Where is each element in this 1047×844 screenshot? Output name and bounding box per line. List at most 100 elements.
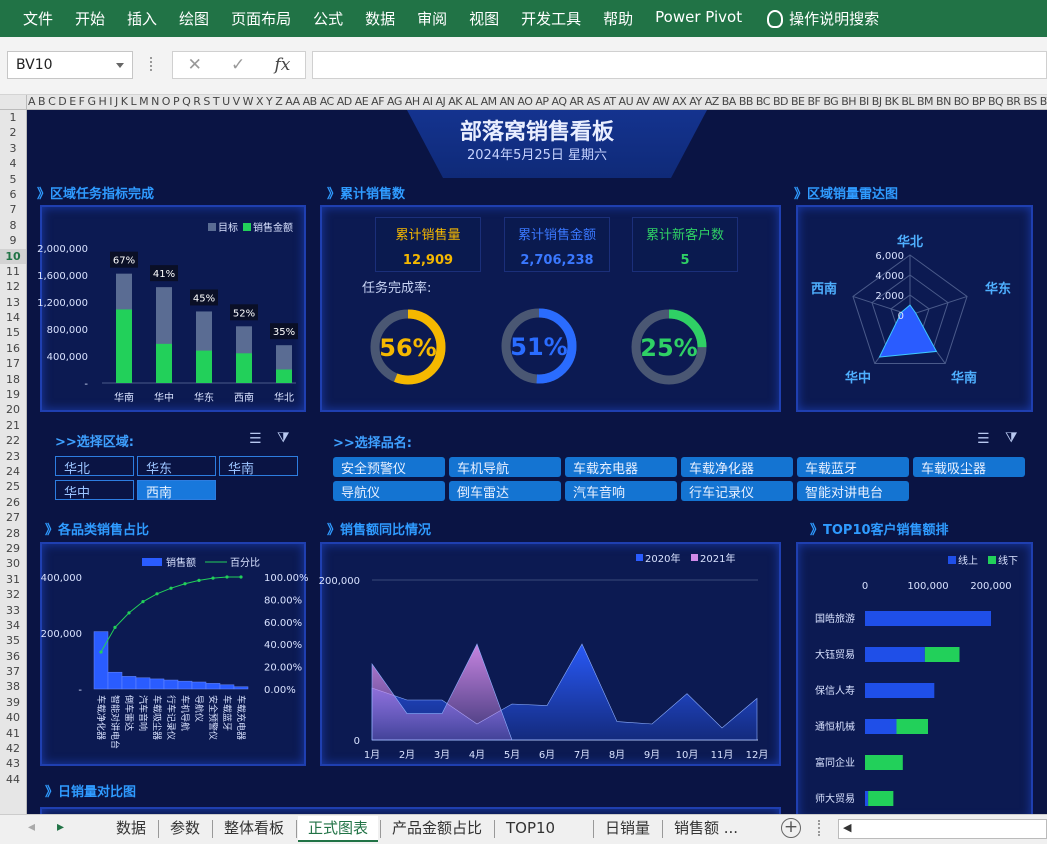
row-header-38: 38 <box>6 680 20 694</box>
product-pill-6[interactable]: 导航仪 <box>333 481 445 501</box>
scroll-right-icon[interactable]: ▸ <box>57 819 64 835</box>
region-chip-1[interactable]: 华东 <box>137 456 216 477</box>
y-tick-label: 1,600,000 <box>37 271 88 282</box>
offline-bar <box>868 791 894 806</box>
row-header-30: 30 <box>6 557 20 571</box>
add-sheet-icon[interactable]: + <box>781 818 801 838</box>
ribbon-tab-2[interactable]: 插入 <box>116 8 168 29</box>
product-pill-0[interactable]: 安全预警仪 <box>333 457 445 477</box>
column-headers[interactable]: A B C D E F G H I J K L M N O P Q R S T … <box>0 95 1047 110</box>
y-tick-label: 0 <box>354 736 360 747</box>
name-box-value: BV10 <box>16 57 53 73</box>
chevron-down-icon[interactable] <box>116 63 124 68</box>
ribbon-tab-5[interactable]: 公式 <box>302 8 354 29</box>
sheet-tab-2[interactable]: 整体看板 <box>214 816 294 842</box>
region-chip-4[interactable]: 西南 <box>137 480 216 501</box>
ribbon-tab-11[interactable]: Power Pivot <box>644 8 753 29</box>
x-tick-label: 100,000 <box>907 581 948 592</box>
x-tick-label: 西南 <box>234 391 254 404</box>
ribbon-tab-10[interactable]: 帮助 <box>592 8 644 29</box>
fx-icon[interactable]: fx <box>275 55 291 75</box>
category-bar <box>205 683 221 690</box>
row-header-37: 37 <box>6 665 20 679</box>
name-box[interactable]: BV10 <box>7 51 133 79</box>
tell-me-search[interactable]: 操作说明搜索 <box>789 8 879 29</box>
y-tick-label: 师大贸易 <box>815 792 855 805</box>
scroll-arrow-left-icon[interactable]: ◀ <box>843 821 851 834</box>
ribbon-tab-6[interactable]: 数据 <box>354 8 406 29</box>
sales-bar <box>116 309 132 383</box>
region-chip-2[interactable]: 华南 <box>219 456 298 477</box>
ribbon-tab-4[interactable]: 页面布局 <box>220 8 302 29</box>
multi-select-icon-2[interactable]: ☰ <box>977 431 990 447</box>
y2-tick-label: 80.00% <box>264 595 302 606</box>
sheet-tab-5[interactable]: TOP10 <box>496 816 565 842</box>
category-bar <box>121 676 137 690</box>
product-pill-5[interactable]: 车载吸尘器 <box>913 457 1025 477</box>
sheet-tab-1[interactable]: 参数 <box>160 816 210 842</box>
offline-bar <box>896 719 928 734</box>
scroll-left-icon[interactable]: ◂ <box>28 819 35 835</box>
multi-select-icon[interactable]: ☰ <box>249 431 262 447</box>
ribbon: 文件 开始 插入 绘图 页面布局 公式 数据 审阅 视图 开发工具 帮助 Power Pivot 操作… <box>0 0 1047 37</box>
sheet-tab-6[interactable]: 日销量 <box>595 816 660 842</box>
region-task-chart[interactable]: 2,000,000 1,600,000 1,200,000 800,000 400,00… <box>37 205 306 412</box>
product-pill-2[interactable]: 车载充电器 <box>565 457 677 477</box>
category-share-chart[interactable]: 400,000 200,000 - 100.00% 80.00% 60.00% 40.00%… <box>40 542 309 766</box>
row-header-19: 19 <box>6 388 20 402</box>
category-bar <box>219 684 235 690</box>
sheet-tab-0[interactable]: 数据 <box>106 816 156 842</box>
lightbulb-icon[interactable] <box>767 9 784 28</box>
row-header-34: 34 <box>6 618 20 632</box>
product-pill-9[interactable]: 行车记录仪 <box>681 481 793 501</box>
row-header-40: 40 <box>6 711 20 725</box>
sheet-tab-4[interactable]: 产品金额占比 <box>382 816 492 842</box>
product-pill-8[interactable]: 汽车音响 <box>565 481 677 501</box>
area-2021 <box>371 643 513 741</box>
cancel-icon[interactable]: ✕ <box>188 55 202 75</box>
ribbon-tab-7[interactable]: 审阅 <box>406 8 458 29</box>
product-pill-10[interactable]: 智能对讲电台 <box>797 481 909 501</box>
ribbon-tab-9[interactable]: 开发工具 <box>510 8 592 29</box>
check-icon[interactable]: ✓ <box>231 55 245 75</box>
row-headers[interactable]: 1 2 3 4 5 6 7 8 9 10 11 12 13 14 15 16 17 18 19 20 21 22 23 24 2… <box>0 110 27 814</box>
online-bar <box>865 647 925 662</box>
percent-point <box>239 575 243 579</box>
y-tick-label: 200,000 <box>319 576 360 587</box>
category-bar <box>233 686 249 690</box>
splitter-handle[interactable] <box>150 57 153 71</box>
clear-filter-icon[interactable]: ⧩ <box>277 430 290 446</box>
radar-chart[interactable]: 华北 华东 华南 华中 西南 6,000 4,000 2,000 0 <box>796 205 1033 412</box>
daily-chart[interactable] <box>40 807 781 814</box>
clear-filter-icon-2[interactable]: ⧩ <box>1005 430 1018 446</box>
select-all-corner[interactable] <box>0 95 27 110</box>
yoy-chart[interactable]: 200,000 0 1月 2月 3月 4月 5月 6月 7月 8月 9月 10月 11月 12月 2020年… <box>319 542 781 766</box>
legend-swatch-sales <box>243 223 251 231</box>
product-pill-4[interactable]: 车载蓝牙 <box>797 457 909 477</box>
x-tick-label: 车载蓝牙 <box>221 695 233 731</box>
product-pill-7[interactable]: 倒车雷达 <box>449 481 561 501</box>
sheet-tab-3[interactable]: 正式图表 <box>298 816 379 842</box>
x-tick-label: 0 <box>862 581 868 592</box>
ribbon-tab-0[interactable]: 文件 <box>12 8 64 29</box>
region-chip-0[interactable]: 华北 <box>55 456 134 477</box>
legend-target: 目标 <box>218 222 238 234</box>
ribbon-tab-8[interactable]: 视图 <box>458 8 510 29</box>
product-pill-3[interactable]: 车载净化器 <box>681 457 793 477</box>
product-pill-1[interactable]: 车机导航 <box>449 457 561 477</box>
gauges-svg: 56% 51% 25% <box>370 308 707 385</box>
top10-chart[interactable]: 0 100,000 200,000 国皓旅游 大钰贸易 保信人寿 通恒机械 富同企业 师大贸易 线… <box>796 542 1033 814</box>
sheet-tab-7[interactable]: 销售额 ... <box>664 816 748 842</box>
horizontal-scrollbar[interactable]: ◀ <box>838 819 1047 839</box>
formula-input[interactable] <box>312 51 1047 79</box>
x-tick-label: 华北 <box>274 391 294 404</box>
ribbon-tab-3[interactable]: 绘图 <box>168 8 220 29</box>
region-chip-3[interactable]: 华中 <box>55 480 134 501</box>
offline-bar <box>924 647 960 662</box>
tab-splitter[interactable] <box>818 820 822 836</box>
ribbon-tab-1[interactable]: 开始 <box>64 8 116 29</box>
online-bar <box>865 791 869 806</box>
legend-swatch-2021 <box>691 554 698 561</box>
row-header-7: 7 <box>9 203 17 217</box>
x-tick-label: 200,000 <box>970 581 1011 592</box>
